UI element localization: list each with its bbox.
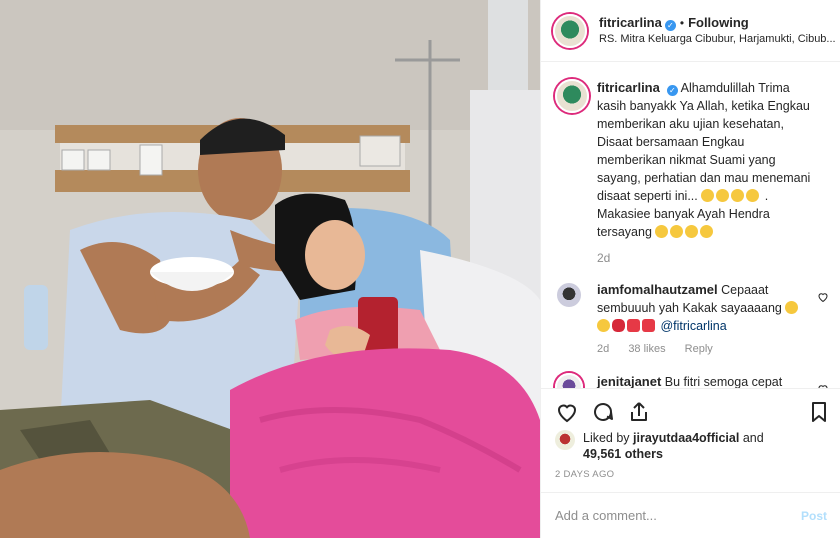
crying-face-emoji-icon — [731, 189, 745, 202]
kissing-face-emoji-icon — [670, 225, 684, 238]
kissing-face-emoji-icon — [785, 301, 799, 314]
post-comment-button[interactable]: Post — [801, 509, 827, 523]
kissing-face-emoji-icon — [655, 225, 669, 238]
caption-body: Alhamdulillah Trima kasih banyakk Ya All… — [597, 81, 811, 203]
post-location[interactable]: RS. Mitra Keluarga Cibubur, Harjamukti, … — [599, 31, 836, 47]
caption-text: fitricarlina ✓ Alhamdulillah Trima kasih … — [597, 79, 813, 241]
lips-emoji-icon — [612, 319, 625, 332]
header-meta: fitricarlina ✓ • Following RS. Mitra Keluar… — [599, 15, 836, 47]
liker-username[interactable]: jirayutdaa4official — [633, 431, 739, 445]
post-caption: fitricarlina ✓ Alhamdulillah Trima kasih … — [541, 79, 840, 265]
comment-actions: 2d 38 likes Reply — [597, 343, 813, 355]
commenter-username[interactable]: jenitajanet — [597, 374, 661, 388]
likes-text: Liked by jirayutdaa4official and 49,561 … — [583, 430, 764, 462]
crying-face-emoji-icon — [746, 189, 760, 202]
likes-prefix: Liked by — [583, 431, 630, 445]
comment-input[interactable] — [555, 508, 801, 523]
instagram-post: fitricarlina ✓ • Following RS. Mitra Keluar… — [0, 0, 840, 538]
post-photo[interactable] — [0, 0, 540, 538]
commenter-avatar[interactable] — [555, 281, 583, 309]
post-header: fitricarlina ✓ • Following RS. Mitra Keluar… — [541, 0, 840, 62]
caption-author-avatar[interactable] — [555, 79, 589, 113]
kissing-face-emoji-icon — [685, 225, 699, 238]
verified-badge-icon: ✓ — [666, 85, 678, 96]
post-date[interactable]: 2 DAYS AGO — [555, 469, 614, 480]
comment-item: jenitajanet Bu fitri semoga cepat sembuh… — [541, 373, 840, 388]
add-comment-bar: Post — [541, 492, 840, 538]
author-username[interactable]: fitricarlina — [599, 15, 662, 30]
comment-bubble-icon[interactable] — [591, 400, 615, 424]
comments-list[interactable]: fitricarlina ✓ Alhamdulillah Trima kasih … — [541, 62, 840, 388]
hospital-photo-illustration — [0, 0, 540, 538]
header-separator: • — [679, 15, 685, 30]
commenter-username[interactable]: iamfomalhautzamel — [597, 282, 718, 297]
heart-emoji-icon — [627, 319, 640, 332]
comment-text: jenitajanet Bu fitri semoga cepat sembuh… — [597, 373, 813, 388]
rose-emoji-icon — [642, 319, 655, 332]
reply-button[interactable]: Reply — [685, 343, 713, 355]
commenter-avatar[interactable] — [555, 373, 583, 388]
comment-text: iamfomalhautzamel Cepaaat sembuuuh yah K… — [597, 281, 813, 335]
likes-others[interactable]: 49,561 others — [583, 447, 663, 461]
post-actions-bar — [541, 388, 840, 434]
caption-username[interactable]: fitricarlina — [597, 80, 660, 95]
crying-face-emoji-icon — [716, 189, 730, 202]
caption-age[interactable]: 2d — [597, 251, 813, 265]
likes-conj: and — [742, 431, 764, 445]
share-icon[interactable] — [627, 400, 651, 424]
likes-summary: Liked by jirayutdaa4official and 49,561 … — [555, 430, 835, 462]
following-button[interactable]: Following — [688, 15, 749, 30]
comment-like-heart-icon[interactable] — [817, 291, 829, 303]
bookmark-icon[interactable] — [807, 400, 831, 424]
author-avatar[interactable] — [553, 13, 587, 48]
verified-badge-icon: ✓ — [664, 19, 676, 31]
kissing-face-emoji-icon — [597, 319, 610, 332]
post-sidebar: fitricarlina ✓ • Following RS. Mitra Keluar… — [540, 0, 840, 538]
heart-icon[interactable] — [555, 400, 579, 424]
liker-avatar[interactable] — [555, 430, 575, 450]
comment-item: iamfomalhautzamel Cepaaat sembuuuh yah K… — [541, 281, 840, 355]
crying-face-emoji-icon — [701, 189, 715, 202]
mention-link[interactable]: @fitricarlina — [660, 319, 726, 333]
comment-likes[interactable]: 38 likes — [628, 343, 665, 355]
comment-age[interactable]: 2d — [597, 343, 609, 355]
kissing-face-emoji-icon — [700, 225, 714, 238]
